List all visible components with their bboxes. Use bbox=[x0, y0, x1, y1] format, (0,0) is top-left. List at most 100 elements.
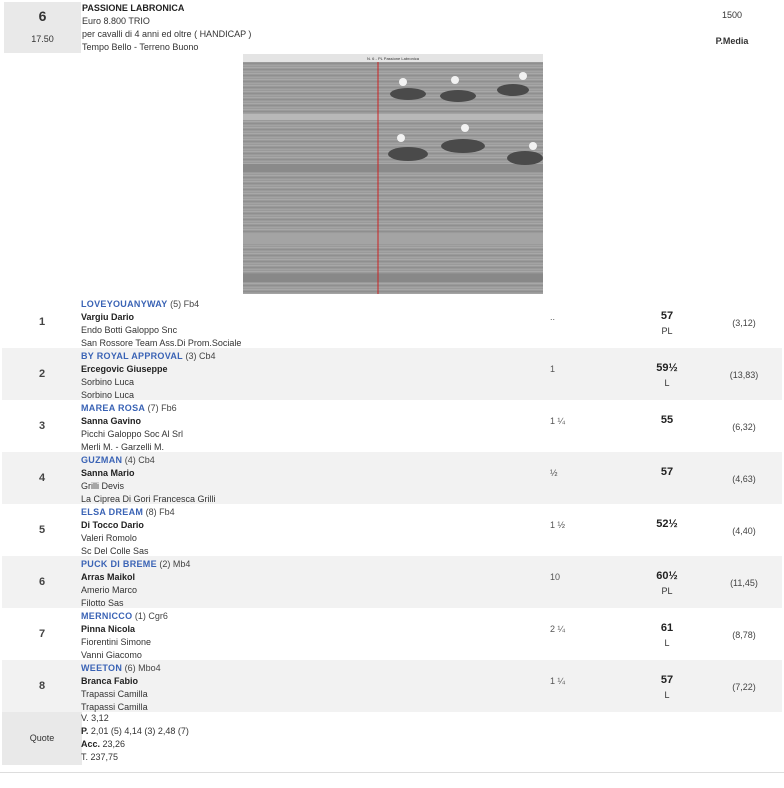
horse-name-link[interactable]: BY ROYAL APPROVAL bbox=[81, 351, 183, 361]
weight-value: 60½ bbox=[656, 570, 678, 582]
horse-name-link[interactable]: ELSA DREAM bbox=[81, 507, 143, 517]
odds-value: (3,12) bbox=[732, 318, 756, 328]
trainer-name: Picchi Galoppo Soc Al Srl bbox=[81, 429, 184, 439]
horse-name-link[interactable]: LOVEYOUANYWAY bbox=[81, 299, 168, 309]
weight-value: 55 bbox=[660, 414, 674, 426]
weight-cell: 55 bbox=[627, 414, 707, 430]
jockey-name: Branca Fabio bbox=[81, 676, 139, 686]
result-details: PUCK DI BREME (2) Mb4 Arras Maikol Amerio … bbox=[81, 558, 190, 610]
race-title: PASSIONE LABRONICA bbox=[82, 3, 185, 13]
weight-cell: 60½ PL bbox=[627, 570, 707, 596]
weight-value: 57 bbox=[660, 310, 674, 322]
finish-position: 5 bbox=[38, 524, 46, 536]
quote-values: V. 3,12 P. 2,01 (5) 4,14 (3) 2,48 (7) Acc.… bbox=[81, 712, 189, 764]
distance-margin: 1 ¼ bbox=[550, 676, 566, 686]
horse-name-link[interactable]: MAREA ROSA bbox=[81, 403, 145, 413]
race-distance: 1500 bbox=[721, 10, 743, 20]
race-time: 17.50 bbox=[31, 34, 54, 44]
distance-margin: 10 bbox=[550, 572, 561, 582]
race-prize: Euro 8.800 TRIO bbox=[82, 16, 150, 26]
horse-name-link[interactable]: GUZMAN bbox=[81, 455, 122, 465]
finish-position: 6 bbox=[38, 576, 46, 588]
race-conditions: per cavalli di 4 anni ed oltre ( HANDICA… bbox=[82, 29, 252, 39]
weight-suffix: PL bbox=[661, 326, 673, 336]
finish-position: 8 bbox=[38, 680, 46, 692]
trainer-name: Amerio Marco bbox=[81, 585, 138, 595]
jockey-name: Arras Maikol bbox=[81, 572, 136, 582]
jockey-name: Sanna Gavino bbox=[81, 416, 142, 426]
result-row: 4 GUZMAN (4) Cb4 Sanna Mario Grilli Devis La… bbox=[2, 452, 782, 504]
distance-margin: 1 ¼ bbox=[550, 416, 566, 426]
results-list: 1 LOVEYOUANYWAY (5) Fb4 Vargiu Dario Endo B… bbox=[2, 296, 782, 765]
result-details: LOVEYOUANYWAY (5) Fb4 Vargiu Dario Endo Bo… bbox=[81, 298, 241, 350]
weight-suffix: L bbox=[664, 378, 670, 388]
photo-caption: N. 6 - PL Passione Labronica bbox=[367, 56, 420, 61]
distance-margin: 1 bbox=[550, 364, 556, 374]
weight-value: 61 bbox=[660, 622, 674, 634]
distance-margin: .. bbox=[550, 312, 556, 322]
result-row: 7 MERNICCO (1) Cgr6 Pinna Nicola Fiorentini… bbox=[2, 608, 782, 660]
odds-value: (4,63) bbox=[732, 474, 756, 484]
result-row: 8 WEETON (6) Mbo4 Branca Fabio Trapassi Cam… bbox=[2, 660, 782, 712]
quote-label: Quote bbox=[2, 712, 82, 765]
weight-cell: 52½ bbox=[627, 518, 707, 534]
race-number: 6 bbox=[38, 8, 47, 24]
distance-margin: ½ bbox=[550, 468, 558, 478]
odds-value: (7,22) bbox=[732, 682, 756, 692]
trainer-name: Trapassi Camilla bbox=[81, 689, 148, 699]
photo-finish-image: N. 6 - PL Passione Labronica bbox=[243, 54, 543, 294]
quote-acc-label: Acc. bbox=[81, 739, 101, 749]
quote-t: T. 237,75 bbox=[81, 752, 119, 762]
footer-divider bbox=[0, 772, 784, 773]
weight-cell: 57 L bbox=[627, 674, 707, 700]
trainer-name: Grilli Devis bbox=[81, 481, 125, 491]
race-header: 6 17.50 PASSIONE LABRONICA Euro 8.800 TR… bbox=[2, 2, 782, 53]
race-track: P.Media bbox=[715, 36, 749, 46]
finish-position: 1 bbox=[38, 316, 46, 328]
weight-cell: 61 L bbox=[627, 622, 707, 648]
trainer-name: Endo Botti Galoppo Snc bbox=[81, 325, 178, 335]
result-details: MAREA ROSA (7) Fb6 Sanna Gavino Picchi Gal… bbox=[81, 402, 183, 454]
result-details: WEETON (6) Mbo4 Branca Fabio Trapassi Cami… bbox=[81, 662, 161, 714]
quote-v: V. 3,12 bbox=[81, 713, 109, 723]
odds-value: (4,40) bbox=[732, 526, 756, 536]
finish-position: 4 bbox=[38, 472, 46, 484]
horse-name-link[interactable]: MERNICCO bbox=[81, 611, 132, 621]
quote-p-values: 2,01 (5) 4,14 (3) 2,48 (7) bbox=[88, 726, 189, 736]
horse-extra: (5) Fb4 bbox=[167, 299, 200, 309]
weight-value: 52½ bbox=[656, 518, 678, 530]
horse-extra: (2) Mb4 bbox=[156, 559, 191, 569]
weight-cell: 59½ L bbox=[627, 362, 707, 388]
trainer-name: Valeri Romolo bbox=[81, 533, 137, 543]
result-row: 2 BY ROYAL APPROVAL (3) Cb4 Ercegovic Gius… bbox=[2, 348, 782, 400]
horse-extra: (4) Cb4 bbox=[122, 455, 155, 465]
weight-cell: 57 bbox=[627, 466, 707, 482]
horse-extra: (7) Fb6 bbox=[145, 403, 177, 413]
weight-value: 57 bbox=[660, 674, 674, 686]
odds-value: (6,32) bbox=[732, 422, 756, 432]
horse-extra: (1) Cgr6 bbox=[132, 611, 168, 621]
result-row: 6 PUCK DI BREME (2) Mb4 Arras Maikol Amerio… bbox=[2, 556, 782, 608]
finish-position: 2 bbox=[38, 368, 46, 380]
horse-extra: (6) Mbo4 bbox=[122, 663, 161, 673]
weight-suffix: PL bbox=[661, 586, 673, 596]
result-details: BY ROYAL APPROVAL (3) Cb4 Ercegovic Giuse… bbox=[81, 350, 215, 402]
finish-position: 3 bbox=[38, 420, 46, 432]
trainer-name: Sorbino Luca bbox=[81, 377, 135, 387]
result-details: GUZMAN (4) Cb4 Sanna Mario Grilli Devis La … bbox=[81, 454, 216, 506]
race-number-cell: 6 17.50 bbox=[4, 2, 81, 53]
horse-name-link[interactable]: PUCK DI BREME bbox=[81, 559, 157, 569]
jockey-name: Pinna Nicola bbox=[81, 624, 136, 634]
weight-suffix: L bbox=[664, 690, 670, 700]
jockey-name: Vargiu Dario bbox=[81, 312, 135, 322]
horse-extra: (3) Cb4 bbox=[182, 351, 216, 361]
distance-margin: 1 ½ bbox=[550, 520, 566, 530]
result-row: 3 MAREA ROSA (7) Fb6 Sanna Gavino Picchi Ga… bbox=[2, 400, 782, 452]
jockey-name: Sanna Mario bbox=[81, 468, 135, 478]
distance-margin: 2 ¼ bbox=[550, 624, 566, 634]
race-weather: Tempo Bello - Terreno Buono bbox=[82, 42, 199, 52]
odds-value: (8,78) bbox=[732, 630, 756, 640]
finish-position: 7 bbox=[38, 628, 46, 640]
horse-name-link[interactable]: WEETON bbox=[81, 663, 122, 673]
jockey-name: Di Tocco Dario bbox=[81, 520, 144, 530]
